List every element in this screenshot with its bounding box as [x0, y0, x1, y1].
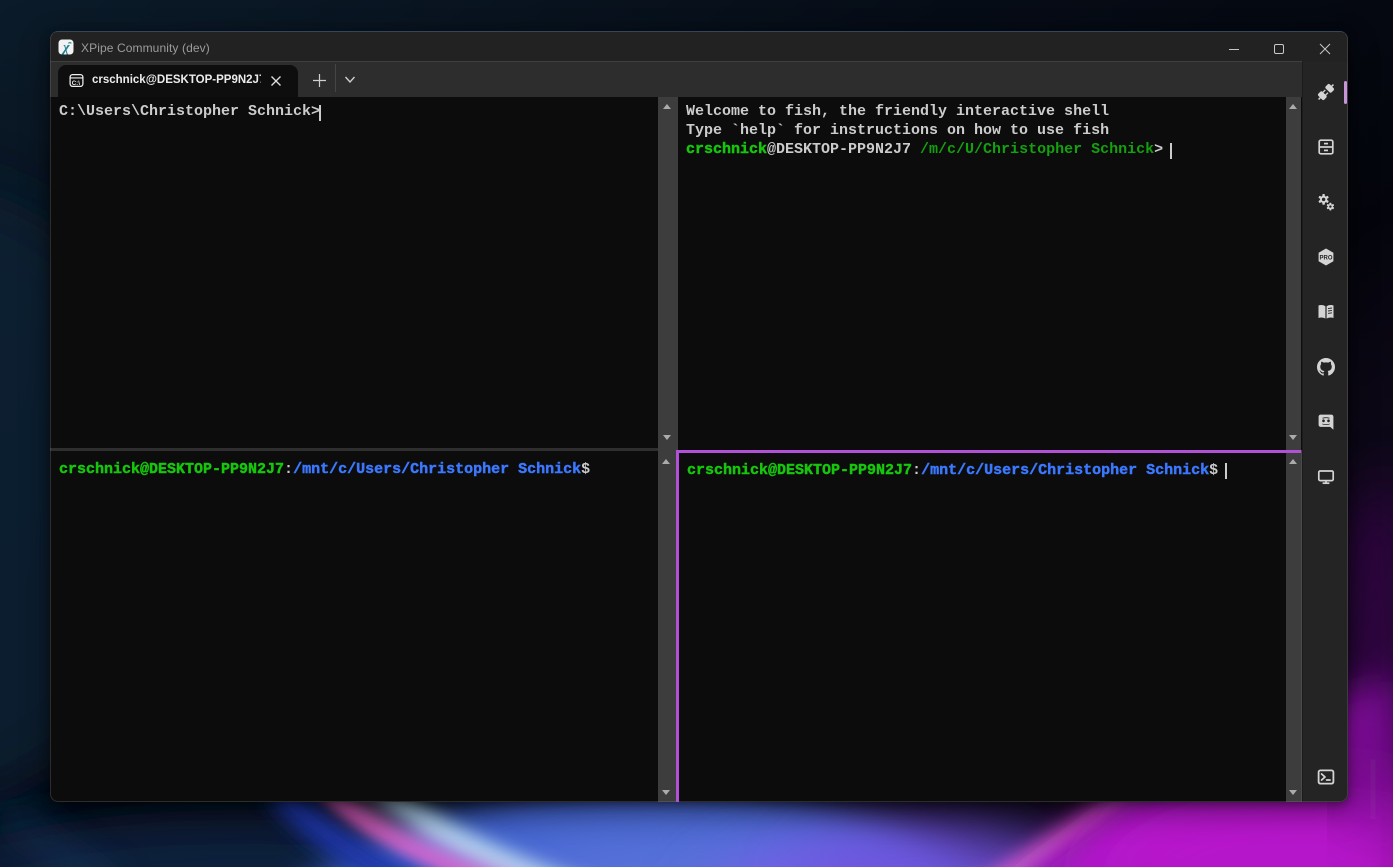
svg-text:χ: χ [61, 40, 70, 55]
svg-text:PRO: PRO [1319, 256, 1332, 262]
svg-text:C:\: C:\ [72, 80, 81, 87]
